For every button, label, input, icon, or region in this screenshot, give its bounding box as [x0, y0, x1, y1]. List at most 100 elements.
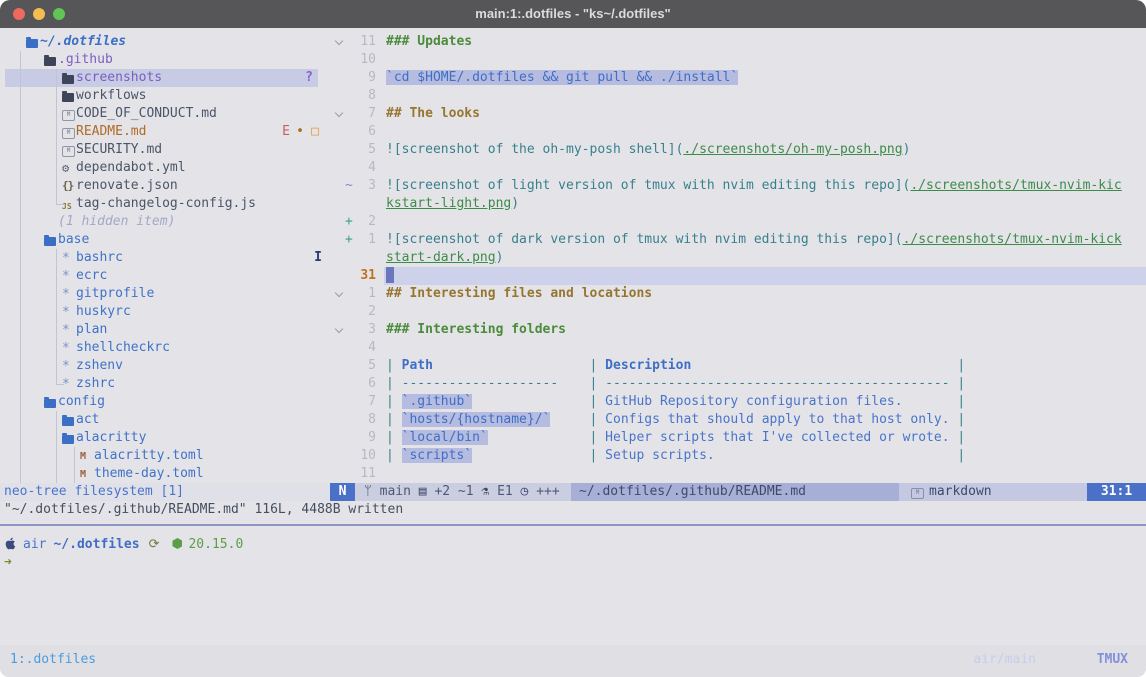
tree-item-code-of-conduct-md[interactable]: MCODE_OF_CONDUCT.md: [0, 105, 330, 123]
editor-line-6[interactable]: 6| -------------------- | --------------…: [330, 375, 1146, 393]
star-icon: *: [62, 304, 70, 322]
editor-line-4[interactable]: 4: [330, 159, 1146, 177]
line-number: 7: [342, 393, 376, 411]
tree-item-alacritty[interactable]: alacritty: [0, 429, 330, 447]
editor-line-4[interactable]: 4: [330, 339, 1146, 357]
terminal-content: ~/.dotfiles.githubscreenshots?workflowsM…: [0, 28, 1146, 677]
editor-line-9[interactable]: 9`cd $HOME/.dotfiles && git pull && ./in…: [330, 69, 1146, 87]
markdown-icon: M: [911, 488, 924, 499]
tree-item-label: workflows: [76, 87, 146, 105]
editor-line-10[interactable]: 10| `scripts` | Setup scripts. |: [330, 447, 1146, 465]
tree-item-security-md[interactable]: MSECURITY.md: [0, 141, 330, 159]
editor-line-6[interactable]: 6: [330, 123, 1146, 141]
star-icon: *: [62, 286, 70, 304]
tree-guide-line: [20, 123, 21, 141]
tree-item-bashrc[interactable]: *bashrcI: [0, 249, 330, 267]
prompt-arrow[interactable]: ➜: [4, 554, 12, 572]
tree-guide-line: [20, 141, 21, 159]
tree-guide-line: [56, 105, 57, 123]
tree-item-label: renovate.json: [76, 177, 178, 195]
tree-item-screenshots[interactable]: screenshots?: [0, 69, 330, 87]
terminal-cursor: I: [314, 249, 322, 267]
tree-item-plan[interactable]: *plan: [0, 321, 330, 339]
editor-line-7[interactable]: 7## The looks: [330, 105, 1146, 123]
close-button[interactable]: [13, 8, 25, 20]
line-number: 5: [342, 357, 376, 375]
editor-line-3[interactable]: 3### Interesting folders: [330, 321, 1146, 339]
tree-item-ecrc[interactable]: *ecrc: [0, 267, 330, 285]
tree-item-huskyrc[interactable]: *huskyrc: [0, 303, 330, 321]
tree-item-base[interactable]: base: [0, 231, 330, 249]
diff-added: +2: [434, 484, 450, 499]
editor-line-8[interactable]: 8| `hosts/{hostname}/` | Configs that sh…: [330, 411, 1146, 429]
tree-item-readme-md[interactable]: MREADME.mdE•□: [0, 123, 330, 141]
node-icon: [172, 538, 182, 549]
editor-line-5[interactable]: 5| Path | Description |: [330, 357, 1146, 375]
tree-item-workflows[interactable]: workflows: [0, 87, 330, 105]
line-number: 6: [342, 375, 376, 393]
neo-tree-winbar[interactable]: neo-tree filesystem [1]: [0, 483, 330, 501]
statusline-git-section: ᛘ main ▤ +2 ~1 ⚗ E1 ◷ +++: [364, 483, 560, 501]
tree-guide-line: [20, 339, 21, 357]
editor-line-7[interactable]: 7 | `.github` | GitHub Repository configu…: [330, 393, 1146, 411]
editor-line-31[interactable]: 31: [330, 267, 1146, 285]
tree-item-act[interactable]: act: [0, 411, 330, 429]
line-text: `cd $HOME/.dotfiles && git pull && ./ins…: [386, 69, 738, 87]
minimize-button[interactable]: [33, 8, 45, 20]
diff-icon: ▤: [419, 484, 427, 499]
statusline-filepath: ~/.dotfiles/.github/README.md: [571, 483, 899, 501]
tree-item-renovate-json[interactable]: {}renovate.json: [0, 177, 330, 195]
line-text: | `local/bin` | Helper scripts that I've…: [386, 429, 965, 447]
tree-guide-line: [20, 465, 21, 483]
line-text: kstart-light.png): [386, 195, 519, 213]
tree-item-theme-day-toml[interactable]: Mtheme-day.toml: [0, 465, 330, 483]
line-text: | `.github` | GitHub Repository configur…: [386, 393, 965, 411]
editor-line-2[interactable]: +2: [330, 213, 1146, 231]
editor-line-8[interactable]: 8: [330, 87, 1146, 105]
tree-item-alacritty-toml[interactable]: Malacritty.toml: [0, 447, 330, 465]
editor-line-9[interactable]: 9| `local/bin` | Helper scripts that I'v…: [330, 429, 1146, 447]
titlebar[interactable]: main:1:.dotfiles - "ks~/.dotfiles": [0, 0, 1146, 28]
line-number: 4: [342, 339, 376, 357]
tree-item-shellcheckrc[interactable]: *shellcheckrc: [0, 339, 330, 357]
tree-item-dotfiles[interactable]: ~/.dotfiles: [0, 33, 330, 51]
editor-line-11[interactable]: 11: [330, 465, 1146, 483]
editor-line-10[interactable]: 10: [330, 51, 1146, 69]
tree-item-1-hidden-item[interactable]: (1 hidden item): [0, 213, 330, 231]
tree-item-tag-changelog-config-js[interactable]: JStag-changelog-config.js: [0, 195, 330, 213]
editor-line-5[interactable]: 5![screenshot of the oh-my-posh shell](.…: [330, 141, 1146, 159]
markdown-file-icon: M: [62, 128, 75, 139]
tree-item-label: plan: [76, 321, 107, 339]
editor-line-1[interactable]: 1## Interesting files and locations: [330, 285, 1146, 303]
tree-guide-line: [20, 357, 21, 375]
editor-line-2[interactable]: 2: [330, 303, 1146, 321]
command-line-message: "~/.dotfiles/.github/README.md" 116L, 44…: [4, 501, 403, 519]
tmux-window-tab[interactable]: 1:.dotfiles: [10, 651, 96, 669]
winbar-label: neo-tree filesystem [1]: [4, 484, 184, 499]
zoom-button[interactable]: [53, 8, 65, 20]
tree-guide-line: [56, 339, 57, 357]
tree-item-gitprofile[interactable]: *gitprofile: [0, 285, 330, 303]
tree-guide-line: [20, 213, 21, 231]
tree-item-github[interactable]: .github: [0, 51, 330, 69]
json-icon: {}: [62, 177, 73, 195]
diff-modified: ~1: [458, 484, 474, 499]
tree-item-zshenv[interactable]: *zshenv: [0, 357, 330, 375]
tree-guide-line: [20, 411, 21, 429]
line-number: 1: [342, 285, 376, 303]
editor-line[interactable]: start-dark.png): [330, 249, 1146, 267]
tree-guide-line: [20, 303, 21, 321]
line-text: ### Updates: [386, 33, 472, 51]
tree-guide-line: [20, 429, 21, 447]
editor-line-1[interactable]: +1![screenshot of dark version of tmux w…: [330, 231, 1146, 249]
editor-line[interactable]: kstart-light.png): [330, 195, 1146, 213]
line-number: 6: [342, 123, 376, 141]
editor-line-11[interactable]: 11### Updates: [330, 33, 1146, 51]
tree-item-zshrc[interactable]: *zshrc: [0, 375, 330, 393]
line-number: 2: [342, 303, 376, 321]
editor-line-3[interactable]: ~3![screenshot of light version of tmux …: [330, 177, 1146, 195]
tree-guide-line: [56, 177, 57, 195]
tree-item-dependabot-yml[interactable]: ⚙dependabot.yml: [0, 159, 330, 177]
tree-item-config[interactable]: config: [0, 393, 330, 411]
tmux-pane-separator[interactable]: [0, 524, 1146, 526]
